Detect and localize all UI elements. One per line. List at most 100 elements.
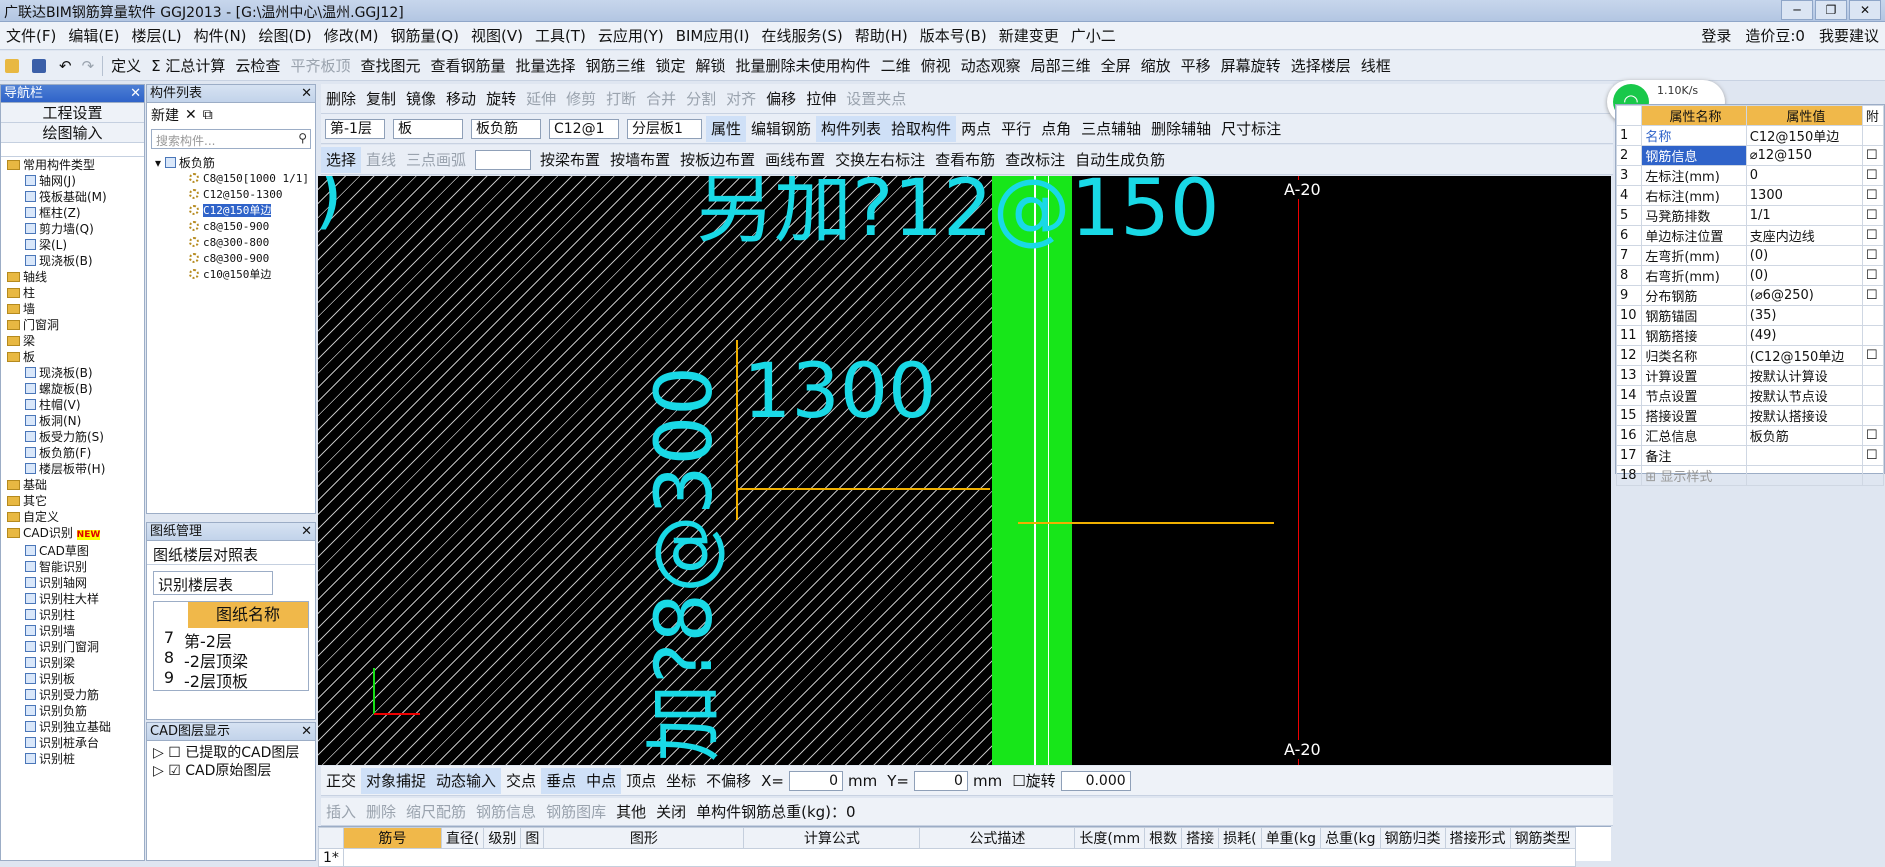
nav-item[interactable]: 墙: [3, 301, 144, 317]
nav-item[interactable]: 梁(L): [3, 237, 144, 253]
prop-row[interactable]: 4 右标注(mm) 1300 ☐: [1615, 185, 1885, 206]
line-button[interactable]: 直线: [361, 147, 401, 173]
ortho-toggle[interactable]: 正交: [321, 768, 361, 794]
original-layer-checkbox[interactable]: ▷ ☑ CAD原始图层: [153, 762, 309, 780]
move-button[interactable]: 移动: [441, 86, 481, 112]
prop-row[interactable]: 14 节点设置 按默认节点设: [1615, 385, 1885, 406]
drawing-canvas[interactable]: ) 另加?12@150 1300 加?8@300 A-20 A-20: [318, 176, 1611, 765]
mirror-button[interactable]: 镜像: [401, 86, 441, 112]
drawing-close-icon[interactable]: ✕: [301, 523, 312, 541]
comp-root[interactable]: ▾ 板负筋: [149, 155, 315, 171]
pick-comp-button[interactable]: 拾取构件: [886, 115, 957, 142]
delete-rebar-button[interactable]: 删除: [361, 799, 401, 825]
nav-item[interactable]: 其它: [3, 493, 144, 509]
nav-item[interactable]: 轴线: [3, 269, 144, 285]
prop-row[interactable]: 6 单边标注位置 支座内边线 ☐: [1615, 225, 1885, 246]
cloud-check-button[interactable]: 云检查: [230, 53, 285, 79]
top-view-button[interactable]: 俯视: [916, 53, 956, 79]
close-rebar-button[interactable]: 关闭: [651, 799, 691, 825]
auto-neg-rebar-button[interactable]: 自动生成负筋: [1070, 147, 1170, 173]
nav-item[interactable]: CAD识别 NEW: [3, 525, 144, 543]
redo-icon[interactable]: ↷: [77, 53, 100, 79]
split-button[interactable]: 分割: [681, 86, 721, 112]
nav-close-icon[interactable]: ✕: [130, 85, 141, 103]
menu-edit[interactable]: 编辑(E): [62, 25, 125, 46]
drawing-row[interactable]: 8 -2层顶梁: [154, 648, 308, 671]
comp-item[interactable]: c8@150-900: [149, 219, 315, 235]
prop-row[interactable]: 10 钢筋锚固 (35): [1615, 305, 1885, 326]
nav-item[interactable]: 现浇板(B): [3, 365, 144, 381]
nav-item[interactable]: 螺旋板(B): [3, 381, 144, 397]
view-rebar-button[interactable]: 查看钢筋量: [425, 53, 510, 79]
project-settings-button[interactable]: 工程设置: [1, 103, 144, 123]
drawing-input-button[interactable]: 绘图输入: [1, 123, 144, 143]
delete-button[interactable]: 删除: [321, 86, 361, 112]
copy-comp-icon[interactable]: ⧉: [203, 107, 213, 123]
rotate-input[interactable]: 0.000: [1060, 770, 1131, 791]
new-comp-button[interactable]: 新建: [151, 105, 179, 125]
nav-item[interactable]: 板: [3, 349, 144, 365]
select-floor-button[interactable]: 选择楼层: [1286, 53, 1356, 79]
rotate-checkbox[interactable]: ☐ 旋转: [1007, 768, 1060, 794]
edit-label-button[interactable]: 查改标注: [1000, 147, 1070, 173]
prop-row[interactable]: 16 汇总信息 板负筋 ☐: [1615, 425, 1885, 446]
nav-item[interactable]: 识别负筋: [3, 703, 144, 719]
prop-row[interactable]: 17 备注 ☐: [1615, 445, 1885, 466]
nav-item[interactable]: 板洞(N): [3, 413, 144, 429]
delete-axis-button[interactable]: 删除辅轴: [1146, 116, 1216, 142]
point-angle-button[interactable]: 点角: [1036, 116, 1076, 142]
local-3d-button[interactable]: 局部三维: [1026, 53, 1096, 79]
menu-bim[interactable]: BIM应用(I): [670, 25, 756, 46]
rebar-3d-button[interactable]: 钢筋三维: [581, 53, 651, 79]
batch-select-button[interactable]: 批量选择: [510, 53, 580, 79]
minimize-button[interactable]: ─: [1781, 0, 1813, 20]
menu-floor[interactable]: 楼层(L): [126, 25, 188, 46]
nav-item[interactable]: 基础: [3, 477, 144, 493]
nav-item[interactable]: CAD草图: [3, 543, 144, 559]
comp-item[interactable]: c8@300-900: [149, 251, 315, 267]
break-button[interactable]: 打断: [601, 86, 641, 112]
draw-mode-select[interactable]: [475, 149, 532, 170]
comp-item-selected[interactable]: C12@150单边: [149, 203, 315, 219]
nav-item[interactable]: 识别柱大样: [3, 591, 144, 607]
prop-row[interactable]: 8 右弯折(mm) (0) ☐: [1615, 265, 1885, 286]
comp-item[interactable]: c8@300-800: [149, 235, 315, 251]
2d-button[interactable]: 二维: [876, 53, 916, 79]
nav-item[interactable]: 柱帽(V): [3, 397, 144, 413]
suggest-link[interactable]: 我要建议: [1819, 25, 1879, 46]
swap-label-button[interactable]: 交换左右标注: [830, 147, 930, 173]
x-input[interactable]: 0: [789, 770, 843, 791]
nav-item[interactable]: 框柱(Z): [3, 205, 144, 221]
menu-component[interactable]: 构件(N): [188, 25, 253, 46]
insert-button[interactable]: 插入: [321, 799, 361, 825]
batch-delete-button[interactable]: 批量删除未使用构件: [731, 53, 876, 79]
menu-assistant[interactable]: 广小二: [1065, 25, 1122, 46]
align-button[interactable]: 对齐: [721, 86, 761, 112]
drawing-row[interactable]: 7 第-2层: [154, 628, 308, 651]
comp-select[interactable]: C12@1: [549, 118, 619, 139]
nav-item[interactable]: 门窗洞: [3, 317, 144, 333]
comp-item[interactable]: C8@150[1000 1/1]: [149, 171, 315, 187]
nav-item[interactable]: 自定义: [3, 509, 144, 525]
dimension-button[interactable]: 尺寸标注: [1216, 116, 1286, 142]
snap-toggle[interactable]: 对象捕捉: [361, 767, 432, 794]
nav-item[interactable]: 剪力墙(Q): [3, 221, 144, 237]
nav-item[interactable]: 识别墙: [3, 623, 144, 639]
arc-button[interactable]: 三点画弧: [401, 147, 471, 173]
three-point-axis-button[interactable]: 三点辅轴: [1076, 116, 1146, 142]
nav-item[interactable]: 识别板: [3, 671, 144, 687]
comp-item[interactable]: C12@150-1300: [149, 187, 315, 203]
unlock-button[interactable]: 解锁: [691, 53, 731, 79]
rotate-screen-button[interactable]: 屏幕旋转: [1216, 53, 1286, 79]
grip-button[interactable]: 设置夹点: [841, 86, 911, 112]
by-wall-button[interactable]: 按墙布置: [605, 147, 675, 173]
rotate-button[interactable]: 旋转: [481, 86, 521, 112]
nav-item[interactable]: 板受力筋(S): [3, 429, 144, 445]
coord-toggle[interactable]: 坐标: [661, 768, 701, 794]
menu-draw[interactable]: 绘图(D): [253, 25, 318, 46]
subtype-select[interactable]: 板负筋: [471, 118, 541, 139]
recognize-floor-button[interactable]: 识别楼层表: [153, 571, 273, 595]
nav-item[interactable]: 识别受力筋: [3, 687, 144, 703]
menu-rebar[interactable]: 钢筋量(Q): [384, 25, 465, 46]
type-select[interactable]: 板: [393, 118, 463, 139]
